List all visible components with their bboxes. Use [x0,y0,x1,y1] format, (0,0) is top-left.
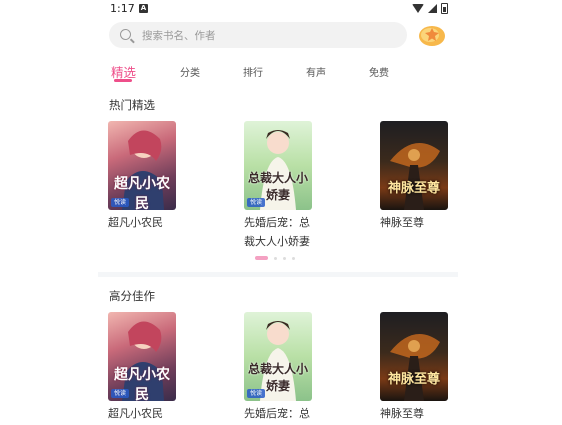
sign-in-reward-icon[interactable] [418,23,446,47]
publisher-badge: 悦读 [247,389,266,398]
cover-title: 神脉至尊 [387,372,440,387]
book-card[interactable]: 超凡小农民 悦读 超凡小农民 [108,312,176,423]
section-divider [98,272,458,277]
status-bar: 1:17 A [98,0,458,18]
signal-icon [428,4,437,13]
book-title: 超凡小农民 [108,216,163,229]
battery-icon [441,3,448,14]
book-cover: 超凡小农民 悦读 [108,121,176,210]
wifi-icon [412,4,424,13]
book-cover: 总裁大人小娇妻 悦读 [244,121,312,210]
tab-ranking[interactable]: 排行 [243,64,263,79]
status-time: 1:17 [110,2,135,15]
tab-audio[interactable]: 有声 [306,64,326,79]
carousel-dot[interactable] [292,256,295,260]
book-cover: 神脉至尊 [380,312,448,401]
carousel-indicator [255,256,295,260]
search-input[interactable]: 搜索书名、作者 [109,22,407,48]
notification-a-icon: A [139,4,148,13]
search-icon [120,29,131,40]
book-card[interactable]: 超凡小农民 悦读 超凡小农民 [108,121,176,232]
book-cover: 神脉至尊 [380,121,448,210]
tab-free[interactable]: 免费 [369,64,389,79]
search-placeholder: 搜索书名、作者 [142,30,216,42]
book-cover: 超凡小农民 悦读 [108,312,176,401]
book-title: 神脉至尊 [380,216,424,229]
status-icons [412,3,448,14]
publisher-badge: 悦读 [111,198,130,207]
book-card[interactable]: 总裁大人小娇妻 悦读 先婚后宠：总裁大人小娇妻 [244,121,312,251]
section-title-hot: 热门精选 [109,98,155,112]
tab-category[interactable]: 分类 [180,64,200,79]
carousel-dot[interactable] [274,256,277,260]
book-title: 超凡小农民 [108,407,163,420]
tab-active-indicator [114,79,132,82]
carousel-dot[interactable] [283,256,286,260]
book-card[interactable]: 神脉至尊 神脉至尊 [380,312,448,423]
book-title: 先婚后宠：总 [244,407,310,420]
publisher-badge: 悦读 [247,198,266,207]
publisher-badge: 悦读 [111,389,130,398]
category-tabs: 精选 分类 排行 有声 免费 [98,60,458,86]
carousel-dot-active[interactable] [255,256,268,260]
book-card[interactable]: 神脉至尊 神脉至尊 [380,121,448,232]
book-title: 先婚后宠：总裁大人小娇妻 [244,216,310,248]
cover-title: 神脉至尊 [387,181,440,196]
app-screen: 1:17 A 搜索书名、作者 精选 分类 排行 有声 免费 热门精选 超凡小农民… [98,0,458,425]
book-title: 神脉至尊 [380,407,424,420]
section-title-high-rated: 高分佳作 [109,289,155,303]
book-card[interactable]: 总裁大人小娇妻 悦读 先婚后宠：总 [244,312,312,423]
book-cover: 总裁大人小娇妻 悦读 [244,312,312,401]
